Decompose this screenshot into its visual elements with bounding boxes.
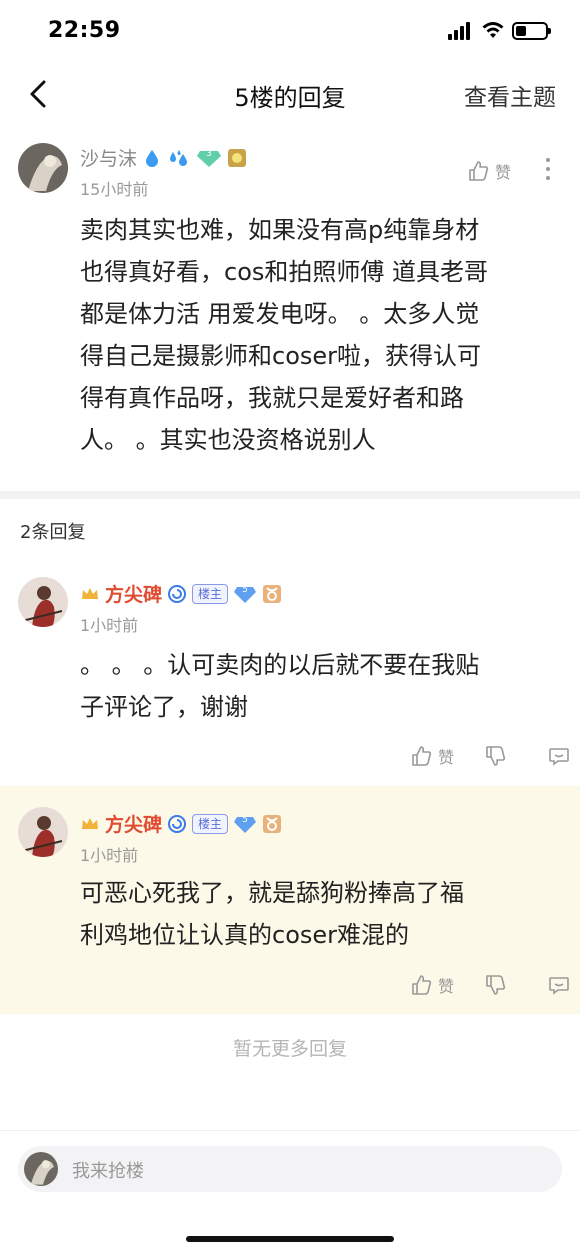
reply-line: 子评论了，谢谢 bbox=[80, 693, 248, 721]
splash-icon bbox=[170, 149, 188, 166]
thumbs-up-icon bbox=[412, 746, 432, 766]
post-line: 得自己是摄影师和coser啦，获得认可 bbox=[80, 342, 482, 370]
avatar bbox=[24, 1152, 58, 1186]
thumbs-down-icon[interactable] bbox=[484, 745, 506, 767]
water-drop-icon bbox=[146, 149, 159, 167]
crown-icon bbox=[82, 587, 98, 599]
like-button[interactable]: 赞 bbox=[410, 744, 454, 768]
avatar[interactable] bbox=[18, 807, 68, 857]
thumbs-down-icon[interactable] bbox=[484, 974, 506, 996]
signal-icon bbox=[448, 22, 474, 40]
level-gem-icon: 5 bbox=[233, 814, 257, 834]
post-time: 15小时前 bbox=[80, 180, 149, 199]
reply-line: 利鸡地位让认真的coser难混的 bbox=[80, 921, 410, 949]
host-tag: 楼主 bbox=[192, 813, 229, 834]
sun-badge-icon bbox=[228, 148, 247, 167]
no-more-replies: 暂无更多回复 bbox=[232, 1038, 347, 1060]
level-gem-icon: 3 bbox=[196, 148, 222, 168]
reply-line: 。 。 。认可卖肉的以后就不要在我贴 bbox=[80, 651, 480, 679]
view-topic-button[interactable]: 查看主题 bbox=[464, 78, 556, 112]
author-row: 方尖碑 楼主 5 bbox=[80, 580, 282, 607]
taurus-icon bbox=[263, 814, 282, 833]
battery-icon bbox=[512, 22, 551, 40]
like-label: 赞 bbox=[438, 748, 455, 767]
reply-item-highlighted: 方尖碑 楼主 5 1小时前 可恶心死我了，就是舔狗粉捧高了福 利鸡地位让认真的c… bbox=[0, 786, 580, 1014]
wifi-icon bbox=[482, 22, 504, 38]
author-name[interactable]: 沙与沫 bbox=[80, 144, 137, 171]
comment-icon[interactable] bbox=[548, 745, 570, 767]
comment-icon[interactable] bbox=[548, 974, 570, 996]
like-button[interactable]: 赞 bbox=[410, 973, 454, 997]
author-row: 方尖碑 楼主 5 bbox=[80, 810, 282, 837]
reply-time: 1小时前 bbox=[80, 846, 139, 865]
post-line: 得有真作品呀，我就只是爱好者和路 bbox=[80, 384, 464, 412]
level-number: 5 bbox=[242, 814, 248, 825]
like-label: 赞 bbox=[495, 163, 512, 182]
spiral-icon bbox=[168, 814, 187, 833]
post-line: 都是体力活 用爱发电呀。 。太多人觉 bbox=[80, 300, 480, 328]
taurus-icon bbox=[263, 584, 282, 603]
author-row: 沙与沫 3 bbox=[80, 144, 247, 171]
reply-actions: 赞 bbox=[410, 973, 570, 997]
reply-line: 可恶心死我了，就是舔狗粉捧高了福 bbox=[80, 879, 464, 907]
reply-input-placeholder: 我来抢楼 bbox=[72, 1161, 144, 1182]
reply-actions: 赞 bbox=[410, 744, 570, 768]
like-button[interactable]: 赞 bbox=[467, 159, 511, 183]
author-name[interactable]: 方尖碑 bbox=[105, 580, 162, 607]
status-bar: 22:59 bbox=[0, 0, 580, 62]
spiral-icon bbox=[168, 584, 187, 603]
level-gem-icon: 5 bbox=[233, 584, 257, 604]
reply-content: 可恶心死我了，就是舔狗粉捧高了福 利鸡地位让认真的coser难混的 bbox=[80, 872, 560, 956]
crown-icon bbox=[82, 817, 98, 829]
author-name[interactable]: 方尖碑 bbox=[105, 810, 162, 837]
post-line: 人。 。其实也没资格说别人 bbox=[80, 426, 376, 454]
thumbs-up-icon bbox=[412, 975, 432, 995]
avatar[interactable] bbox=[18, 143, 68, 193]
level-number: 5 bbox=[242, 584, 248, 595]
home-indicator bbox=[186, 1236, 394, 1242]
thumbs-up-icon bbox=[469, 161, 489, 181]
nav-bar: 5楼的回复 查看主题 bbox=[0, 62, 580, 124]
host-tag: 楼主 bbox=[192, 583, 229, 604]
reply-input[interactable]: 我来抢楼 bbox=[18, 1146, 562, 1192]
reply-item: 方尖碑 楼主 5 1小时前 。 。 。认可卖肉的以后就不要在我贴 子评论了，谢谢… bbox=[0, 560, 580, 785]
reply-count: 2条回复 bbox=[20, 522, 86, 543]
avatar[interactable] bbox=[18, 577, 68, 627]
reply-content: 。 。 。认可卖肉的以后就不要在我贴 子评论了，谢谢 bbox=[80, 644, 560, 728]
post-content: 卖肉其实也难，如果没有高p纯靠身材 也得真好看，cos和拍照师傅 道具老哥 都是… bbox=[80, 209, 570, 461]
like-label: 赞 bbox=[438, 977, 455, 996]
section-divider bbox=[0, 491, 580, 499]
status-time: 22:59 bbox=[48, 18, 121, 43]
more-options-icon[interactable] bbox=[545, 158, 551, 182]
reply-time: 1小时前 bbox=[80, 616, 139, 635]
post-line: 卖肉其实也难，如果没有高p纯靠身材 bbox=[80, 216, 480, 244]
post-line: 也得真好看，cos和拍照师傅 道具老哥 bbox=[80, 258, 489, 286]
level-number: 3 bbox=[206, 148, 212, 159]
